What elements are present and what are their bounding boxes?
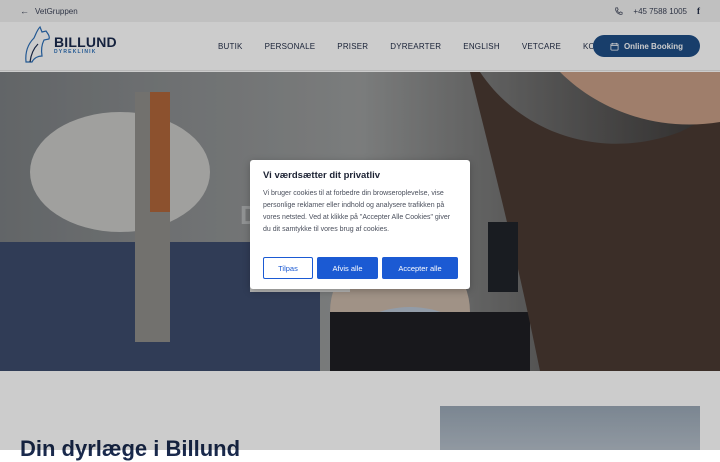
- cookie-title: Vi værdsætter dit privatliv: [263, 170, 381, 181]
- reject-all-button[interactable]: Afvis alle: [317, 257, 378, 279]
- cookie-buttons: Tilpas Afvis alle Accepter alle: [263, 257, 458, 279]
- customize-button[interactable]: Tilpas: [263, 257, 313, 279]
- cookie-consent-dialog: Vi værdsætter dit privatliv Vi bruger co…: [250, 160, 470, 289]
- cookie-description: Vi bruger cookies til at forbedre din br…: [263, 190, 451, 233]
- accept-all-button[interactable]: Accepter alle: [382, 257, 458, 279]
